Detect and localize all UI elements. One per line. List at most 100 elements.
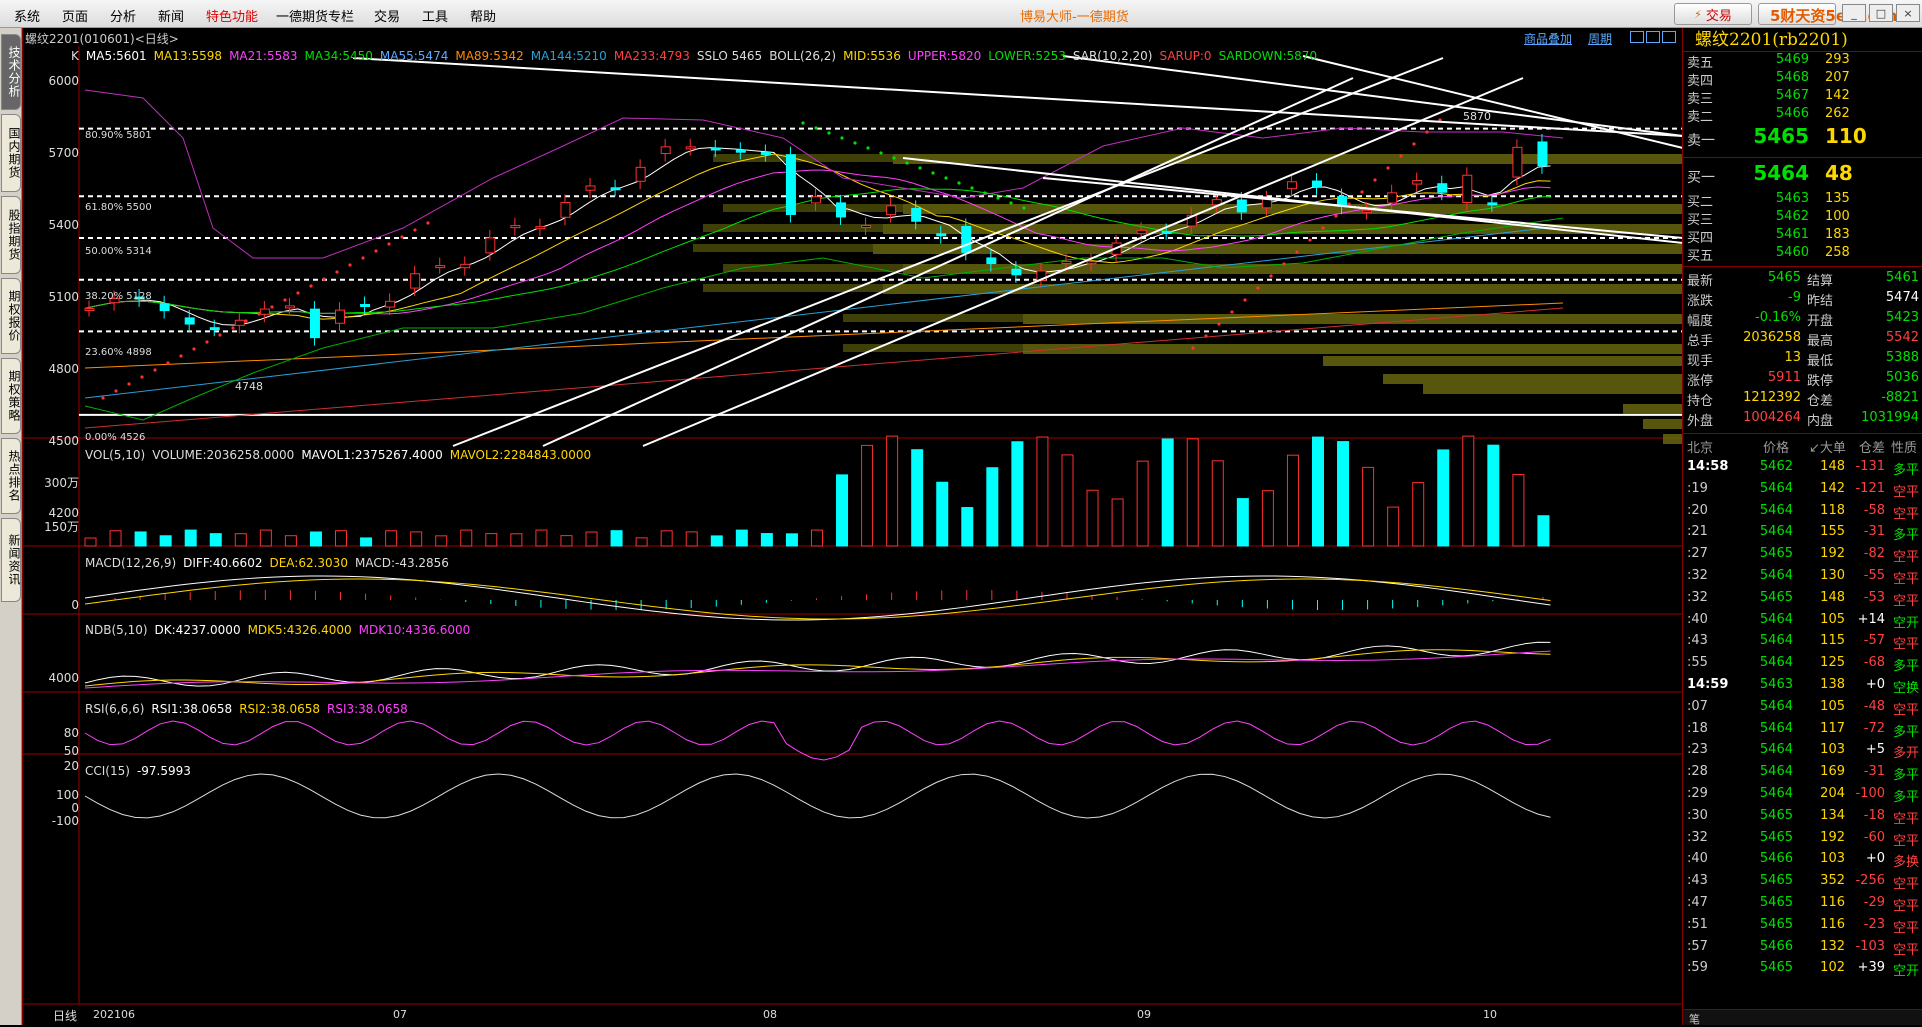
candle-body xyxy=(911,207,922,222)
maximize-icon[interactable]: □ xyxy=(1869,4,1893,22)
date-axis-label: 10 xyxy=(1483,1008,1497,1021)
tick-price: 5464 xyxy=(1759,742,1793,758)
sar-dot xyxy=(983,191,987,195)
menu-item-3[interactable]: 新闻 xyxy=(158,6,184,25)
tick-price: 5464 xyxy=(1759,567,1793,583)
rsi-legend-item: RSI3:38.0658 xyxy=(326,702,408,716)
side-tab-3[interactable]: 期权报价 xyxy=(1,278,21,354)
volume-bar xyxy=(510,533,523,547)
sar-dot xyxy=(218,333,222,337)
bid-row-volume: 135 xyxy=(1825,191,1850,206)
sar-dot xyxy=(970,186,974,190)
info-label: 现手 xyxy=(1687,354,1714,369)
layout-3-icon[interactable] xyxy=(1662,31,1676,43)
tick-nature: 多平 xyxy=(1893,463,1920,478)
macd-diff-line xyxy=(84,575,1551,621)
tick-volume: 169 xyxy=(1820,764,1845,780)
sar-dot xyxy=(866,146,870,150)
bid-row[interactable]: 买四 5461 183 xyxy=(1683,227,1922,246)
tick-volume: 118 xyxy=(1820,502,1845,518)
info-label: 涨跌 xyxy=(1687,294,1714,309)
sar-dot xyxy=(140,375,144,379)
menu-item-8[interactable]: 帮助 xyxy=(470,6,496,25)
ask1-row[interactable]: 卖一 5465 110 xyxy=(1683,124,1922,154)
sar-dot xyxy=(1412,142,1416,146)
tick-volume: 138 xyxy=(1820,676,1845,692)
bid-row[interactable]: 买三 5462 100 xyxy=(1683,209,1922,228)
minimize-icon[interactable]: _ xyxy=(1842,4,1866,22)
overlay-link[interactable]: 商品叠加 xyxy=(1524,30,1572,47)
ask1-label: 卖一 xyxy=(1687,133,1715,149)
sar-dot xyxy=(996,196,1000,200)
tick-row: :19 5464 142 -121 空平 xyxy=(1683,479,1922,501)
tick-nature: 空换 xyxy=(1893,680,1920,696)
tick-nature: 空平 xyxy=(1893,898,1920,914)
quote-panel: 螺纹2201(rb2201) 卖五 5469 293 卖四 5468 207 卖三 5467 1… xyxy=(1682,28,1922,1026)
volume-profile-bar xyxy=(1423,384,1683,394)
layout-1-icon[interactable] xyxy=(1630,31,1644,43)
side-tab-5[interactable]: 热点排名 xyxy=(1,438,21,514)
info-label: 昨结 xyxy=(1807,294,1834,309)
ask-row[interactable]: 卖四 5468 207 xyxy=(1683,70,1922,89)
menu-item-1[interactable]: 页面 xyxy=(62,6,88,25)
chart-title: 螺纹2201(010601)<日线> xyxy=(25,32,179,46)
tick-time: :59 xyxy=(1687,960,1708,976)
bid-row[interactable]: 买五 5460 258 xyxy=(1683,245,1922,264)
period-link[interactable]: 周期 xyxy=(1588,30,1612,47)
sar-dot xyxy=(1256,286,1260,290)
sar-dot xyxy=(957,181,961,185)
chart-links: 商品叠加 周期 xyxy=(1524,30,1676,47)
trade-button[interactable]: ⚡ 交易 xyxy=(1674,3,1752,25)
menu-item-6[interactable]: 交易 xyxy=(374,6,400,25)
menu-item-7[interactable]: 工具 xyxy=(422,6,448,25)
tick-time: :28 xyxy=(1687,764,1708,780)
tick-price: 5464 xyxy=(1759,720,1793,736)
volume-bar xyxy=(760,533,773,547)
cci-legend-item: -97.5993 xyxy=(136,764,191,778)
side-tab-6[interactable]: 新闻资讯 xyxy=(1,518,21,602)
info-row: 现手 13 最低 5388 xyxy=(1683,350,1922,370)
ask-row[interactable]: 卖二 5466 262 xyxy=(1683,106,1922,125)
sar-dot xyxy=(387,242,391,246)
ask-row[interactable]: 卖五 5469 293 xyxy=(1683,52,1922,71)
sar-dot xyxy=(231,326,235,330)
side-tab-1[interactable]: 国内期货 xyxy=(1,114,21,192)
menu-item-2[interactable]: 分析 xyxy=(110,6,136,25)
bid1-row[interactable]: 买一 5464 48 xyxy=(1683,161,1922,191)
tick-price: 5464 xyxy=(1759,480,1793,496)
close-icon[interactable]: × xyxy=(1896,4,1920,22)
menu-item-5[interactable]: 一德期货专栏 xyxy=(276,6,354,25)
candle-body xyxy=(1311,180,1322,188)
chart-area[interactable]: 螺纹2201(010601)<日线> 商品叠加 周期 K MA5:5601 MA13… xyxy=(22,28,1683,1025)
tick-oi: -60 xyxy=(1863,829,1885,845)
sar-dot xyxy=(1347,202,1351,206)
tick-oi: -82 xyxy=(1863,546,1885,562)
menu-bar: 系统 页面 分析 新闻 特色功能 一德期货专栏 交易 工具 帮助 博易大师-一德期货 ⚡ 交易 5… xyxy=(0,0,1922,28)
tick-volume: 117 xyxy=(1820,720,1845,736)
quote-footer: 笔 xyxy=(1683,1009,1922,1026)
side-tab-0[interactable]: 技术分析 xyxy=(1,34,21,110)
info-label: 开盘 xyxy=(1807,314,1834,329)
sar-dot xyxy=(244,319,248,323)
sar-dot xyxy=(348,263,352,267)
menu-item-4[interactable]: 特色功能 xyxy=(206,6,258,25)
tick-price: 5465 xyxy=(1759,873,1793,889)
tick-oi: -58 xyxy=(1863,502,1885,518)
date-axis-label: 07 xyxy=(393,1008,407,1021)
menu-item-0[interactable]: 系统 xyxy=(14,6,40,25)
side-tab-4[interactable]: 期权策略 xyxy=(1,358,21,434)
ask-row[interactable]: 卖三 5467 142 xyxy=(1683,88,1922,107)
volume-profile-bar xyxy=(893,154,1683,164)
tick-oi: -48 xyxy=(1863,698,1885,714)
kline-chart[interactable] xyxy=(23,28,1683,1025)
tick-price: 5463 xyxy=(1759,676,1793,692)
ndb-legend-item: NDB(5,10) xyxy=(85,623,148,637)
tick-oi: -31 xyxy=(1863,524,1885,540)
bid-row[interactable]: 买二 5463 135 xyxy=(1683,191,1922,210)
side-tab-2[interactable]: 股指期货 xyxy=(1,196,21,274)
date-axis-label: 202106 xyxy=(93,1008,135,1021)
candle-body xyxy=(1512,146,1523,178)
layout-2-icon[interactable] xyxy=(1646,31,1660,43)
ask1-volume: 110 xyxy=(1825,124,1867,148)
volume-bar xyxy=(585,531,598,547)
